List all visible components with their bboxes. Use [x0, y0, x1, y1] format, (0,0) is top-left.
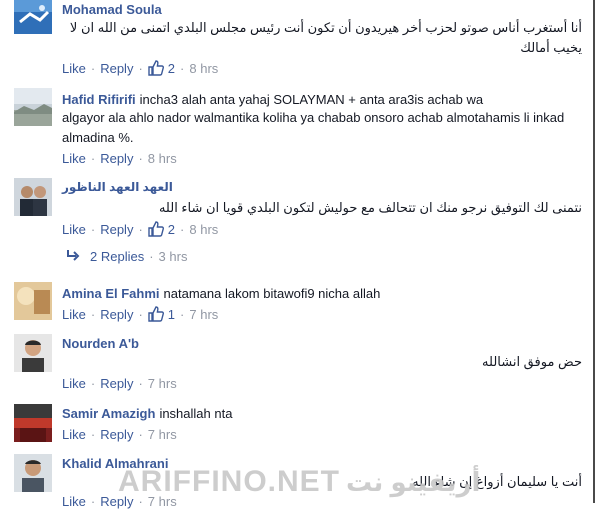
comment-author[interactable]: Mohamad Soula: [62, 2, 162, 17]
reply-link[interactable]: Reply: [100, 151, 133, 166]
comment-time[interactable]: 8 hrs: [189, 222, 218, 237]
like-count[interactable]: 2: [168, 61, 175, 76]
comment-author[interactable]: Nourden A'b: [62, 336, 139, 351]
comment-text: algayor ala ahlo nador walmantika koliha…: [62, 110, 565, 145]
comment-author: Samir Amazigh inshallah nta: [62, 406, 232, 421]
watermark-arabic: أريفينو نت: [346, 467, 481, 497]
separator-dot: ·: [138, 306, 143, 322]
watermark-text: ARIFFINO.NET: [118, 465, 340, 498]
separator-dot: ·: [90, 427, 96, 442]
comment-author[interactable]: العهد العهد الناظور: [62, 180, 173, 194]
comment-time[interactable]: 8 hrs: [148, 151, 177, 166]
comment-item: Hafid Rifirifi incha3 alah anta yahaj SOL…: [0, 86, 593, 172]
avatar[interactable]: [14, 88, 52, 126]
replies-link[interactable]: 2 Replies: [90, 249, 144, 264]
separator-dot: ·: [90, 494, 96, 509]
reply-arrow-icon: [66, 249, 80, 264]
comment-author-name[interactable]: Hafid Rifirifi: [62, 92, 136, 107]
separator-dot: ·: [180, 221, 185, 237]
separator-dot: ·: [138, 427, 143, 442]
comment-text: inshallah nta: [159, 406, 233, 421]
comment-actions: Like · Reply · 7 hrs: [62, 376, 177, 391]
reply-link[interactable]: Reply: [100, 307, 133, 322]
comment-author: Hafid Rifirifi incha3 alah anta yahaj SOL…: [62, 92, 483, 107]
separator-dot: ·: [90, 151, 96, 166]
comment-actions: Like · Reply · 1 · 7 hrs: [62, 306, 218, 322]
comment-actions: Like · Reply · 2 · 8 hrs: [62, 60, 218, 76]
comment-actions: Like · Reply · 2 · 8 hrs: [62, 221, 218, 237]
comment-item: Amina El Fahmi natamana lakom bitawofi9 n…: [0, 282, 593, 330]
comment-time[interactable]: 8 hrs: [189, 61, 218, 76]
separator-dot: ·: [138, 151, 143, 166]
like-link[interactable]: Like: [62, 222, 86, 237]
separator-dot: ·: [90, 221, 96, 237]
comment-item: Mohamad Soula أنا أستغرب أناس صوتو لحزب …: [0, 0, 593, 84]
like-link[interactable]: Like: [62, 307, 86, 322]
thumbs-up-icon[interactable]: [148, 60, 164, 76]
like-link[interactable]: Like: [62, 61, 86, 76]
comment-item: Nourden A'b حض موفق انشالله Like · Reply…: [0, 332, 593, 394]
comment-actions: Like · Reply · 8 hrs: [62, 151, 177, 166]
comment-text: natamana lakom bitawofi9 nicha allah: [163, 286, 381, 301]
avatar[interactable]: [14, 334, 52, 372]
view-replies[interactable]: 2 Replies · 3 hrs: [66, 249, 187, 264]
comment-actions: Like · Reply · 7 hrs: [62, 427, 177, 442]
comment-author: Amina El Fahmi natamana lakom bitawofi9 n…: [62, 286, 380, 301]
comment-text: حض موفق انشالله: [482, 354, 582, 369]
comment-author-name[interactable]: Samir Amazigh: [62, 406, 155, 421]
separator-dot: ·: [138, 60, 143, 76]
separator-dot: ·: [180, 60, 185, 76]
comment-time[interactable]: 7 hrs: [148, 427, 177, 442]
comment-time[interactable]: 7 hrs: [148, 376, 177, 391]
like-link[interactable]: Like: [62, 376, 86, 391]
watermark: ARIFFINO.NET أريفينو نت: [118, 465, 480, 499]
reply-link[interactable]: Reply: [100, 427, 133, 442]
avatar[interactable]: [14, 0, 52, 34]
separator-dot: ·: [90, 306, 96, 322]
thumbs-up-icon[interactable]: [148, 306, 164, 322]
like-link[interactable]: Like: [62, 151, 86, 166]
reply-link[interactable]: Reply: [100, 222, 133, 237]
avatar[interactable]: [14, 404, 52, 442]
reply-link[interactable]: Reply: [100, 61, 133, 76]
comment-time[interactable]: 7 hrs: [189, 307, 218, 322]
comment-text: نتمنى لك التوفيق نرجو منك ان تتحالف مع ح…: [158, 200, 582, 215]
separator-dot: ·: [138, 221, 143, 237]
like-link[interactable]: Like: [62, 494, 86, 509]
avatar[interactable]: [14, 178, 52, 216]
comment-text: أنا أستغرب أناس صوتو لحزب أخر هيريدون أن…: [69, 20, 582, 55]
reply-link[interactable]: Reply: [100, 376, 133, 391]
comment-text-first-line: incha3 alah anta yahaj SOLAYMAN + anta a…: [139, 92, 484, 107]
like-count[interactable]: 2: [168, 222, 175, 237]
comment-item: العهد العهد الناظور نتمنى لك التوفيق نرج…: [0, 172, 593, 272]
replies-time[interactable]: 3 hrs: [159, 249, 188, 264]
separator-dot: ·: [90, 60, 96, 76]
avatar[interactable]: [14, 282, 52, 320]
avatar[interactable]: [14, 454, 52, 492]
thumbs-up-icon[interactable]: [148, 221, 164, 237]
separator-dot: ·: [90, 376, 96, 391]
comment-author-name[interactable]: Amina El Fahmi: [62, 286, 160, 301]
separator-dot: ·: [138, 376, 143, 391]
like-count[interactable]: 1: [168, 307, 175, 322]
comment-item: Samir Amazigh inshallah nta Like · Reply …: [0, 402, 593, 450]
like-link[interactable]: Like: [62, 427, 86, 442]
separator-dot: ·: [149, 249, 154, 264]
separator-dot: ·: [180, 306, 185, 322]
